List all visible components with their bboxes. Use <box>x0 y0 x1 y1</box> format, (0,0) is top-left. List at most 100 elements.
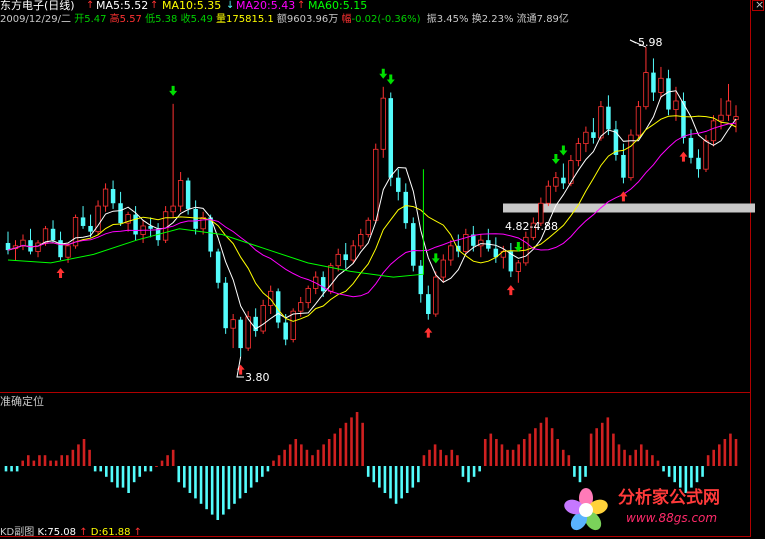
chart-window: 东方电子(日线) ↑ MA5:5.52 ↑ MA10:5.35 ↓ MA20:5… <box>0 0 765 539</box>
stock-title: 东方电子(日线) <box>0 0 75 12</box>
up-arrow-icon: ↑ <box>79 527 88 538</box>
oscillator-bar <box>578 466 582 483</box>
turnover-value: 2.23% <box>481 14 514 25</box>
candle-body <box>575 143 582 162</box>
candle-body <box>290 310 296 340</box>
oscillator-bar <box>222 466 225 515</box>
sell-arrow-icon <box>431 253 440 264</box>
oscillator-bar <box>522 439 526 466</box>
oscillator-bar <box>600 422 604 466</box>
up-arrow-icon: ↑ <box>297 0 306 11</box>
candle-body <box>561 177 566 184</box>
oscillator-bar <box>422 455 426 466</box>
oscillator-bar <box>339 428 342 466</box>
candle-body <box>80 217 86 226</box>
oscillator-bar <box>233 466 236 504</box>
oscillator-bar <box>65 455 69 466</box>
candle-body <box>305 288 311 304</box>
oscillator-bar <box>734 439 738 466</box>
candle-body <box>651 72 656 93</box>
oscillator-bar <box>344 422 348 466</box>
oscillator-bar <box>116 466 119 488</box>
amplitude-value: 3.45% <box>436 14 469 25</box>
high-annotation: 5.98 <box>638 36 663 49</box>
close-label: 收 <box>180 14 191 25</box>
oscillator-bar <box>417 466 420 483</box>
oscillator-bar <box>617 444 621 466</box>
candle-body <box>35 242 41 252</box>
oscillator-bar <box>54 460 58 466</box>
up-arrow-icon: ↑ <box>133 527 143 538</box>
oscillator-bar <box>283 449 286 466</box>
amount-label: 额 <box>276 14 287 25</box>
amount-value: 9603.96万 <box>286 14 339 25</box>
candle-body <box>223 282 228 329</box>
oscillator-bar <box>255 466 259 483</box>
ma60-label: MA60:5.15 <box>308 0 368 12</box>
oscillator-bar <box>567 455 571 466</box>
oscillator-bar <box>378 466 381 488</box>
candle-body <box>688 137 694 158</box>
close-value: 5.49 <box>190 14 213 25</box>
oscillator-bar <box>606 417 610 466</box>
candlestick-chart[interactable] <box>0 0 765 539</box>
volume-value: 175815.1 <box>226 14 274 25</box>
oscillator-bar <box>127 466 130 493</box>
oscillator-bar <box>300 444 303 466</box>
oscillator-bar <box>612 433 615 466</box>
low-label: 低 <box>145 14 156 25</box>
oscillator-bar <box>160 460 164 466</box>
oscillator-bar <box>729 433 732 466</box>
oscillator-bar <box>511 449 515 466</box>
ma10-label: MA10:5.35 <box>162 0 222 12</box>
candle-body <box>110 189 116 204</box>
oscillator-bar <box>673 466 677 483</box>
oscillator-bar <box>277 455 281 466</box>
oscillator-bar <box>15 466 19 472</box>
oscillator-bar <box>528 433 532 466</box>
oscillator-bar <box>199 466 203 504</box>
oscillator-bar <box>350 417 353 466</box>
kd-panel-label: KD副图 K:75.08 ↑ D:61.88 ↑ <box>0 527 142 539</box>
oscillator-bar <box>366 466 370 477</box>
turnover-label: 换 <box>471 14 482 25</box>
oscillator-bar <box>695 466 699 483</box>
candle-body <box>133 214 138 235</box>
candle-body <box>440 259 446 278</box>
oscillator-bar <box>634 449 637 466</box>
candle-body <box>621 154 626 178</box>
buy-arrow-icon <box>424 327 433 338</box>
candle-body <box>350 245 356 261</box>
high-value: 5.57 <box>119 14 142 25</box>
oscillator-bar <box>478 466 481 472</box>
amplitude-label: 振 <box>426 14 437 25</box>
oscillator-bar <box>656 460 660 466</box>
candle-body <box>28 240 33 252</box>
oscillator-bar <box>517 444 520 466</box>
oscillator-bar <box>155 466 158 467</box>
change-value: -0.02(-0.36%) <box>351 14 421 25</box>
oscillator-bar <box>467 466 470 483</box>
oscillator-bar <box>249 466 253 488</box>
oscillator-bar <box>651 455 654 466</box>
oscillator-bar <box>71 449 75 466</box>
candle-body <box>718 114 724 122</box>
oscillator-bar <box>93 466 97 472</box>
candle-body <box>343 254 348 261</box>
ma20-label: MA20:5.43 <box>236 0 296 12</box>
oscillator-bar <box>595 428 598 466</box>
oscillator-bar <box>573 466 576 477</box>
oscillator-bar <box>82 439 86 466</box>
up-arrow-icon: ↑ <box>86 0 95 11</box>
oscillator-bar <box>701 466 704 477</box>
candle-body <box>583 131 589 145</box>
candle-body <box>710 120 717 142</box>
oscillator-bar <box>333 433 337 466</box>
candle-body <box>88 225 93 232</box>
candle-body <box>433 276 439 315</box>
oscillator-bar <box>472 466 476 477</box>
watermark-url: www.88gs.com <box>626 511 718 525</box>
candle-body <box>365 219 371 235</box>
oscillator-bar <box>32 460 36 466</box>
candle-body <box>703 140 709 170</box>
